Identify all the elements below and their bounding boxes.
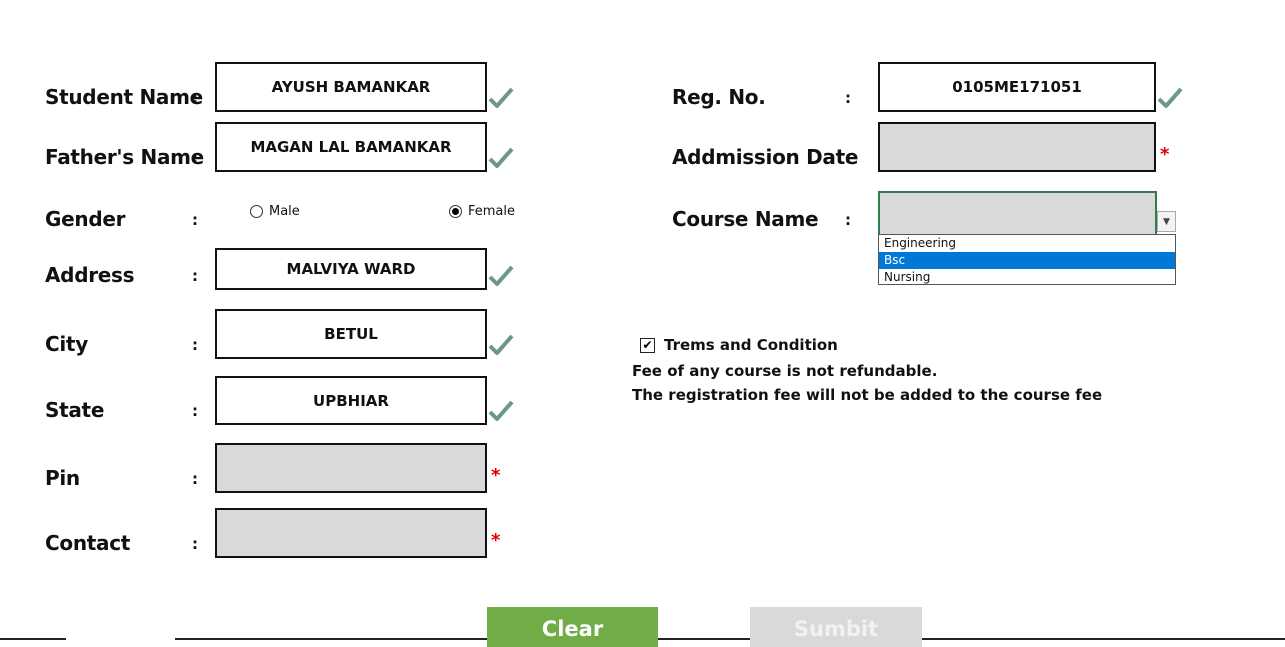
colon: : [192,211,198,229]
checkmark-icon [1157,87,1183,108]
terms-checkbox[interactable]: ✔ [640,337,655,353]
student-name-field[interactable]: AYUSH BAMANKAR [215,62,487,112]
city-label: City [45,332,88,356]
father-name-field[interactable]: MAGAN LAL BAMANKAR [215,122,487,172]
check-icon: ✔ [642,338,653,352]
checkmark-icon [488,265,514,286]
colon: : [192,535,198,553]
admission-date-field[interactable] [878,122,1156,172]
course-option-nursing[interactable]: Nursing [879,269,1175,286]
required-marker: * [491,465,501,486]
address-label: Address [45,263,135,287]
contact-field[interactable] [215,508,487,558]
terms-line: The registration fee will not be added t… [632,386,1103,404]
course-name-select[interactable] [878,191,1157,234]
pin-field[interactable] [215,443,487,493]
reg-no-label: Reg. No. [672,85,766,109]
colon: : [845,149,851,167]
course-option-bsc[interactable]: Bsc [879,252,1175,269]
state-label: State [45,398,105,422]
reg-no-field[interactable]: 0105ME171051 [878,62,1156,112]
required-marker: * [491,530,501,551]
state-field[interactable]: UPBHIAR [215,376,487,425]
pin-label: Pin [45,466,80,490]
terms-label: Trems and Condition [664,336,838,354]
city-field[interactable]: BETUL [215,309,487,359]
gender-female-radio[interactable]: Female [449,204,515,219]
address-field[interactable]: MALVIYA WARD [215,248,487,290]
clear-button[interactable]: Clear [487,607,658,647]
chevron-down-icon[interactable]: ▼ [1157,211,1176,232]
colon: : [845,89,851,107]
radio-circle[interactable] [250,205,263,218]
colon: : [192,470,198,488]
checkmark-icon [488,147,514,168]
checkmark-icon [488,87,514,108]
submit-button[interactable]: Sumbit [750,607,922,647]
admission-date-label: Addmission Date [672,145,859,169]
course-name-label: Course Name [672,207,819,231]
terms-checkbox-row[interactable]: ✔ Trems and Condition [640,336,838,354]
colon: : [192,336,198,354]
checkmark-icon [488,334,514,355]
course-dropdown-list[interactable]: Engineering Bsc Nursing [878,234,1176,285]
colon: : [845,211,851,229]
student-name-label: Student Name [45,85,203,109]
colon: : [192,89,198,107]
gender-female-label: Female [468,204,516,219]
colon: : [192,402,198,420]
colon: : [192,267,198,285]
father-name-label: Father's Name [45,145,204,169]
colon: : [192,149,198,167]
checkmark-icon [488,400,514,421]
radio-circle-selected[interactable] [449,205,462,218]
terms-line: Fee of any course is not refundable. [632,362,938,380]
gender-male-label: Male [269,204,300,219]
gender-label: Gender [45,207,126,231]
contact-label: Contact [45,531,131,555]
course-option-engineering[interactable]: Engineering [879,235,1175,252]
gender-male-radio[interactable]: Male [250,204,300,219]
required-marker: * [1160,144,1170,165]
